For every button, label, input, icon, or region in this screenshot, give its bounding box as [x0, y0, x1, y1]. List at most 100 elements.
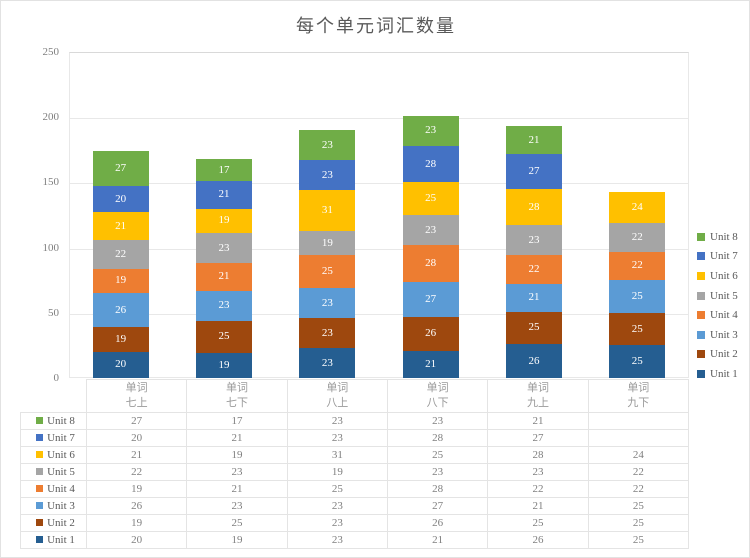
table-cell: 23 [286, 497, 388, 515]
bar-segment[interactable]: 22 [92, 239, 149, 269]
table-header-row: 单词 七上 单词 七下 单词 八上 单词 八下 单词 九上 单词 九下 [21, 379, 690, 413]
bar-segment[interactable]: 26 [505, 344, 562, 378]
bar-segment[interactable]: 22 [609, 251, 666, 281]
bar-segment[interactable]: 28 [505, 188, 562, 226]
table-row: Unit 3 26 23 23 27 21 25 [20, 497, 690, 515]
bar-segment[interactable]: 28 [402, 145, 459, 183]
bar-segment[interactable]: 25 [402, 182, 459, 216]
table-cell: 23 [186, 463, 288, 481]
legend-swatch-icon [697, 311, 705, 320]
table-row-header: Unit 4 [20, 480, 87, 498]
bar-segment[interactable]: 24 [609, 191, 666, 223]
chart-legend: Unit 8 Unit 7 Unit 6 Unit 5 Unit 4 Unit 3 Unit… [697, 227, 750, 384]
bar-segment[interactable]: 19 [195, 353, 252, 378]
legend-item[interactable]: Unit 7 [697, 247, 750, 267]
bar-segment[interactable]: 25 [609, 312, 666, 346]
bar-segment[interactable]: 31 [299, 190, 356, 231]
bar-segment[interactable]: 23 [402, 215, 459, 246]
table-cell: 25 [587, 497, 690, 515]
stacked-bar[interactable]: 21 26 27 28 23 25 28 23 [402, 115, 459, 378]
table-corner-cell [21, 380, 87, 413]
bar-segment[interactable]: 21 [402, 350, 459, 378]
bar-segment[interactable]: 23 [195, 290, 252, 321]
legend-item[interactable]: Unit 5 [697, 286, 750, 306]
table-cell: 25 [587, 514, 690, 532]
bar-segment[interactable]: 28 [402, 245, 459, 282]
table-cell: 26 [85, 497, 188, 515]
bar-segment[interactable]: 25 [195, 320, 252, 354]
table-cell: 21 [85, 446, 188, 464]
bar-segment[interactable]: 19 [195, 208, 252, 234]
bar-group: 25 25 25 22 22 24 [586, 52, 689, 378]
bar-segment[interactable]: 27 [402, 281, 459, 317]
bar-segment[interactable]: 26 [92, 293, 149, 328]
table-cell: 17 [186, 412, 288, 430]
table-row-label: Unit 8 [47, 415, 75, 427]
bar-segment[interactable]: 19 [92, 268, 149, 294]
bar-segment[interactable]: 27 [505, 153, 562, 189]
bar-segment[interactable]: 22 [505, 255, 562, 285]
bar-segment[interactable]: 25 [609, 345, 666, 378]
table-row: Unit 5 22 23 19 23 23 22 [20, 463, 690, 481]
legend-item-label: Unit 8 [710, 230, 738, 243]
y-axis-tick-label: 200 [42, 111, 60, 124]
bar-segment[interactable]: 23 [195, 233, 252, 264]
bars-layer: 20 19 26 19 22 21 20 27 19 25 23 21 23 19 21 17 23 23 23 25… [69, 52, 689, 378]
bar-segment[interactable]: 25 [299, 255, 356, 289]
table-cell: 19 [85, 480, 188, 498]
stacked-bar[interactable]: 26 25 21 22 23 28 27 21 [505, 126, 562, 378]
legend-item[interactable]: Unit 2 [697, 345, 750, 365]
bar-segment[interactable]: 21 [195, 263, 252, 291]
bar-segment[interactable]: 21 [505, 284, 562, 312]
bar-segment[interactable]: 23 [299, 288, 356, 319]
table-cell: 23 [286, 531, 388, 549]
table-row-header: Unit 3 [20, 497, 87, 515]
bar-segment[interactable]: 19 [92, 327, 149, 352]
table-cell: 25 [286, 480, 388, 498]
bar-segment[interactable]: 23 [299, 130, 356, 161]
bar-segment[interactable]: 20 [92, 186, 149, 213]
stacked-bar[interactable]: 19 25 23 21 23 19 21 17 [195, 159, 252, 378]
legend-item[interactable]: Unit 8 [697, 227, 750, 247]
legend-item[interactable]: Unit 3 [697, 325, 750, 345]
bar-segment[interactable]: 21 [195, 181, 252, 209]
bar-segment[interactable]: 21 [505, 126, 562, 154]
table-cell: 26 [386, 514, 489, 532]
stacked-bar[interactable]: 20 19 26 19 22 21 20 27 [92, 151, 149, 378]
table-cell [587, 412, 690, 430]
legend-swatch-icon [697, 271, 705, 280]
table-category-header: 单词 八上 [286, 379, 388, 413]
legend-swatch-icon [697, 232, 705, 241]
legend-item[interactable]: Unit 6 [697, 266, 750, 286]
bar-segment[interactable]: 26 [402, 316, 459, 351]
bar-segment[interactable]: 25 [609, 280, 666, 313]
bar-segment[interactable]: 20 [92, 351, 149, 378]
bar-segment[interactable]: 27 [92, 151, 149, 187]
legend-item[interactable]: Unit 1 [697, 364, 750, 384]
table-cell: 24 [587, 446, 690, 464]
bar-segment[interactable]: 23 [299, 318, 356, 349]
table-cell: 23 [286, 514, 388, 532]
bar-segment[interactable]: 19 [299, 230, 356, 256]
bar-segment[interactable]: 23 [299, 348, 356, 378]
table-cell: 21 [186, 480, 288, 498]
table-cell: 19 [85, 514, 188, 532]
bar-segment[interactable]: 23 [299, 160, 356, 191]
table-row: Unit 4 19 21 25 28 22 22 [20, 480, 690, 498]
bar-group: 20 19 26 19 22 21 20 27 [69, 52, 172, 378]
bar-segment[interactable]: 25 [505, 311, 562, 345]
bar-segment[interactable]: 23 [402, 115, 459, 146]
legend-item[interactable]: Unit 4 [697, 305, 750, 325]
stacked-bar[interactable]: 25 25 25 22 22 24 [609, 191, 666, 378]
bar-segment[interactable]: 17 [195, 159, 252, 182]
bar-segment[interactable]: 21 [92, 212, 149, 240]
table-category-header: 单词 九下 [587, 379, 690, 413]
bar-segment[interactable]: 23 [505, 225, 562, 256]
table-cell: 22 [85, 463, 188, 481]
table-cell: 19 [186, 531, 288, 549]
legend-swatch-icon [697, 330, 705, 339]
stacked-bar[interactable]: 23 23 23 25 19 31 23 23 [299, 130, 356, 378]
bar-segment[interactable]: 22 [609, 222, 666, 252]
legend-item-label: Unit 3 [710, 328, 738, 341]
table-cell: 27 [386, 497, 489, 515]
